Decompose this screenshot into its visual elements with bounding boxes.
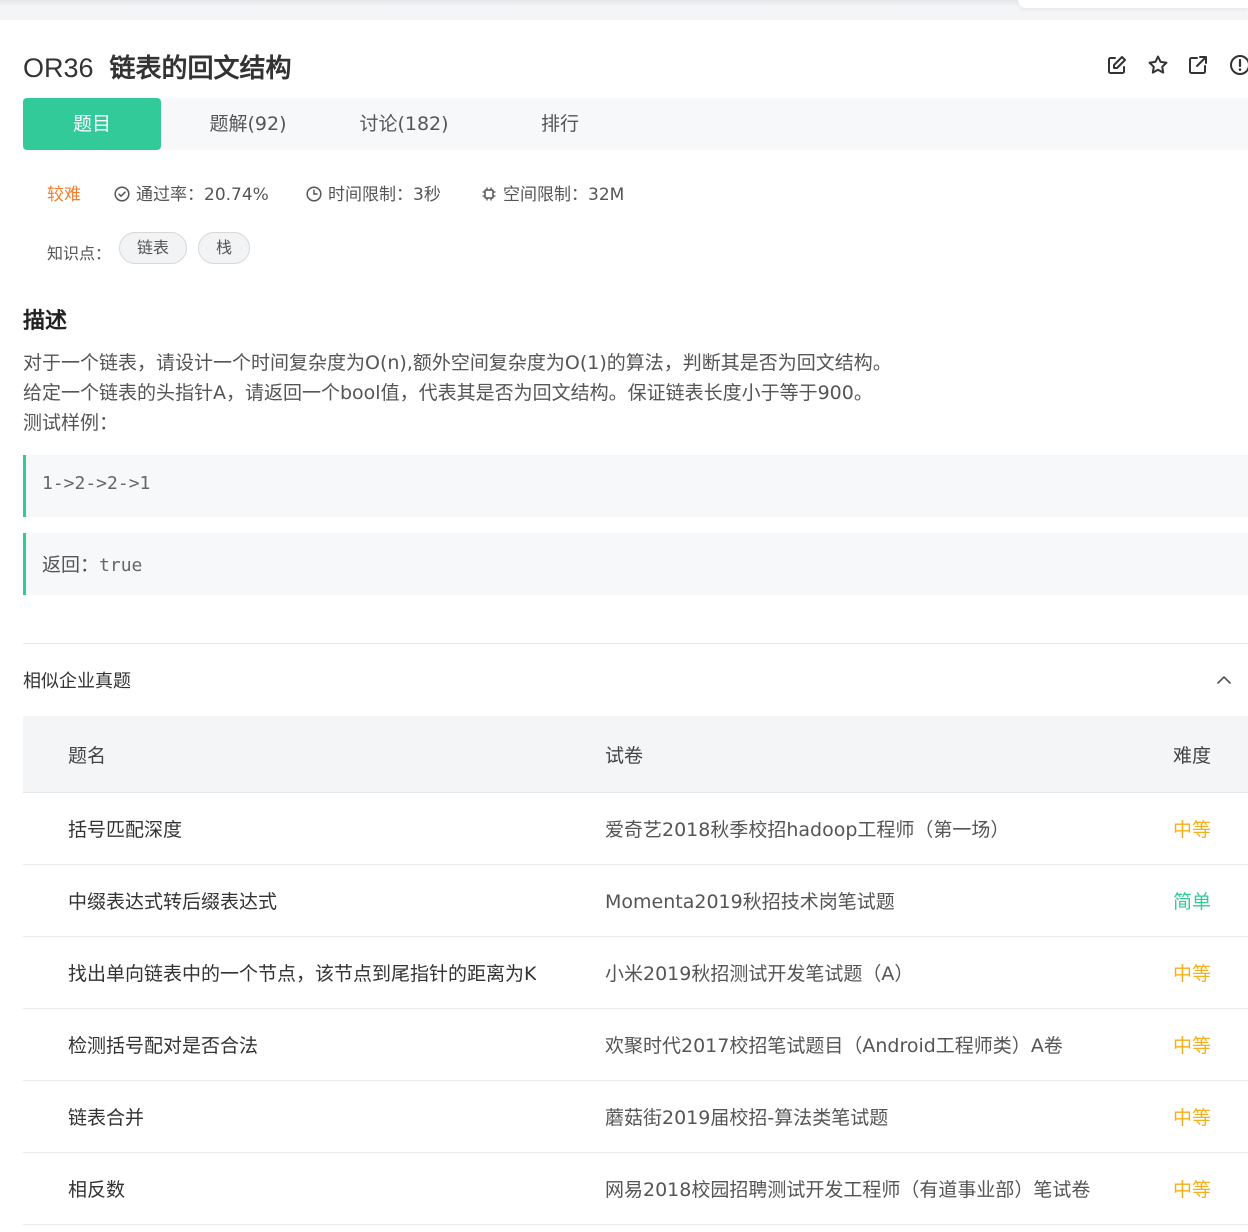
paper-name[interactable]: 小米2019秋招测试开发笔试题（A） (605, 937, 1165, 1008)
description-line: 给定一个链表的头指针A，请返回一个bool值，代表其是否为回文结构。保证链表长度… (23, 382, 873, 404)
space-limit-text: 空间限制：32M (503, 185, 625, 205)
clock-icon (306, 186, 322, 202)
sample-output-block: 返回：true (23, 533, 1248, 595)
table-row[interactable]: 找出单向链表中的一个节点，该节点到尾指针的距离为K 小米2019秋招测试开发笔试… (23, 937, 1248, 1009)
sample-output-value: true (99, 555, 143, 576)
sample-input-block: 1->2->2->1 (23, 455, 1248, 517)
space-limit: 空间限制：32M (481, 180, 624, 205)
problem-tabs: 题目 题解(92) 讨论(182) 排行 (23, 98, 1248, 150)
top-dropdown-edge (1018, 0, 1248, 8)
similar-heading: 相似企业真题 (23, 671, 131, 692)
paper-name[interactable]: Momenta2019秋招技术岗笔试题 (605, 865, 1165, 936)
knowledge-label: 知识点： (47, 244, 112, 263)
top-strip (0, 0, 1248, 20)
level-badge: 中等 (1173, 963, 1212, 985)
table-row[interactable]: 括号匹配深度 爱奇艺2018秋季校招hadoop工程师（第一场） 中等 (23, 793, 1248, 865)
tag-linked-list[interactable]: 链表 (119, 232, 188, 264)
problem-header: OR36 链表的回文结构 (23, 44, 1248, 88)
level-badge: 中等 (1173, 1035, 1212, 1057)
column-header-level: 难度 (1173, 744, 1212, 767)
paper-name[interactable]: 欢聚时代2017校招笔试题目（Android工程师类）A卷 (605, 1009, 1165, 1080)
similar-table: 题名 试卷 难度 括号匹配深度 爱奇艺2018秋季校招hadoop工程师（第一场… (23, 716, 1248, 1225)
description-body: 对于一个链表，请设计一个时间复杂度为O(n),额外空间复杂度为O(1)的算法，判… (23, 348, 1233, 438)
chip-icon (482, 187, 496, 201)
question-name[interactable]: 中缀表达式转后缀表达式 (68, 865, 580, 936)
pass-rate-text: 通过率：20.74% (136, 185, 269, 205)
paper-name[interactable]: 爱奇艺2018秋季校招hadoop工程师（第一场） (605, 793, 1165, 864)
difficulty-label: 较难 (47, 185, 81, 205)
problem-title: OR36 链表的回文结构 (23, 48, 292, 85)
tab-discussion[interactable]: 讨论(182) (339, 98, 469, 150)
table-row[interactable]: 检测括号配对是否合法 欢聚时代2017校招笔试题目（Android工程师类）A卷… (23, 1009, 1248, 1081)
edit-icon[interactable] (1106, 54, 1128, 76)
level-badge: 中等 (1173, 1179, 1212, 1201)
question-name[interactable]: 链表合并 (68, 1081, 580, 1152)
tab-problem[interactable]: 题目 (23, 98, 161, 150)
external-link-icon[interactable] (1187, 54, 1209, 76)
table-row[interactable]: 相反数 网易2018校园招聘测试开发工程师（有道事业部）笔试卷 中等 (23, 1153, 1248, 1225)
level-badge: 中等 (1173, 1107, 1212, 1129)
tab-ranking[interactable]: 排行 (495, 98, 625, 150)
question-name[interactable]: 找出单向链表中的一个节点，该节点到尾指针的距离为K (68, 937, 580, 1008)
section-divider (23, 643, 1248, 644)
paper-name[interactable]: 网易2018校园招聘测试开发工程师（有道事业部）笔试卷 (605, 1153, 1165, 1224)
table-header: 题名 试卷 难度 (23, 716, 1248, 793)
paper-name[interactable]: 蘑菇街2019届校招-算法类笔试题 (605, 1081, 1165, 1152)
table-row[interactable]: 中缀表达式转后缀表达式 Momenta2019秋招技术岗笔试题 简单 (23, 865, 1248, 937)
table-row[interactable]: 链表合并 蘑菇街2019届校招-算法类笔试题 中等 (23, 1081, 1248, 1153)
description-line: 测试样例： (23, 412, 119, 434)
level-badge: 简单 (1173, 891, 1212, 913)
report-icon[interactable] (1229, 54, 1248, 76)
question-name[interactable]: 相反数 (68, 1153, 580, 1224)
star-icon[interactable] (1147, 54, 1169, 76)
pass-rate: 通过率：20.74% (114, 180, 269, 205)
time-limit: 时间限制：3秒 (306, 180, 441, 205)
problem-code: OR36 (23, 53, 94, 83)
problem-name: 链表的回文结构 (109, 54, 292, 84)
check-circle-icon (114, 186, 130, 202)
time-limit-text: 时间限制：3秒 (328, 185, 441, 205)
question-name[interactable]: 括号匹配深度 (68, 793, 580, 864)
sample-output: 返回：true (42, 550, 142, 577)
chevron-up-icon[interactable] (1214, 670, 1234, 690)
description-line: 对于一个链表，请设计一个时间复杂度为O(n),额外空间复杂度为O(1)的算法，判… (23, 352, 892, 374)
tab-solutions[interactable]: 题解(92) (183, 98, 313, 150)
sample-output-label: 返回： (42, 554, 100, 576)
sample-input: 1->2->2->1 (42, 473, 151, 494)
column-header-name: 题名 (68, 744, 107, 767)
tag-stack[interactable]: 栈 (198, 232, 251, 264)
column-header-paper: 试卷 (605, 744, 644, 767)
level-badge: 中等 (1173, 819, 1212, 841)
question-name[interactable]: 检测括号配对是否合法 (68, 1009, 580, 1080)
description-heading: 描述 (23, 309, 68, 334)
